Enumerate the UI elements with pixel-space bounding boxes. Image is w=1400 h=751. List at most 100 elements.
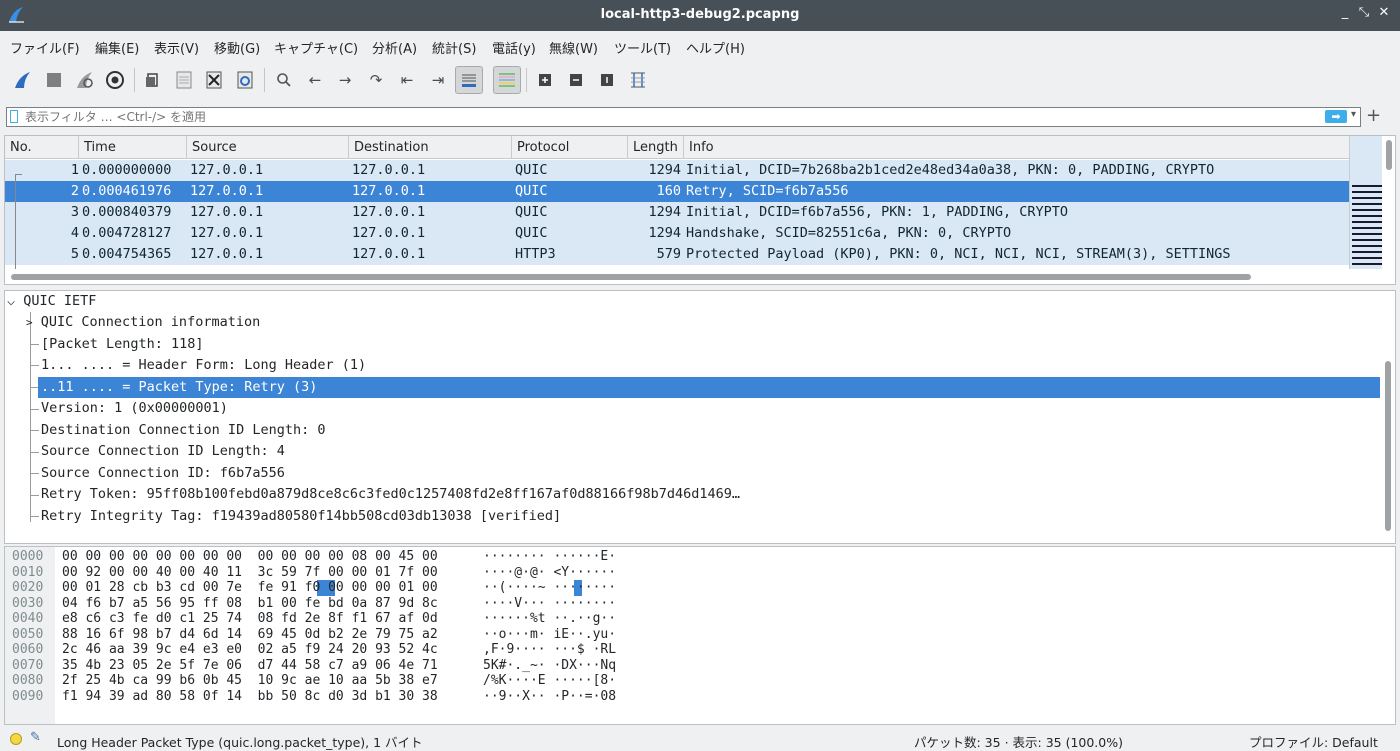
hex-line[interactable]: 2f 25 4b ca 99 b6 0b 45 10 9c ae 10 aa 5… — [62, 673, 438, 689]
tree-item-retry-token[interactable]: Retry Token: 95ff08b100febd0a879d8ce8c6c… — [41, 484, 740, 505]
ascii-line[interactable]: ········ ······E· — [483, 549, 616, 565]
ascii-line[interactable]: /%K····E ·····[8· — [483, 673, 616, 689]
normal-size-icon[interactable] — [593, 66, 621, 94]
hex-line[interactable]: 35 4b 23 05 2e 5f 7e 06 d7 44 58 c7 a9 0… — [62, 658, 438, 674]
restart-icon[interactable] — [71, 66, 99, 94]
menu-file[interactable]: ファイル(F) — [10, 38, 80, 57]
auto-scroll-icon[interactable] — [455, 66, 483, 94]
scrollbar-thumb[interactable] — [1385, 361, 1391, 531]
menu-analyze[interactable]: 分析(A) — [372, 38, 417, 57]
packet-row[interactable]: 5 0.004754365 127.0.0.1 127.0.0.1 HTTP3 … — [5, 244, 1349, 265]
tree-item-scid-length[interactable]: Source Connection ID Length: 4 — [41, 441, 285, 462]
tree-item-label: QUIC IETF — [23, 293, 97, 309]
hex-line[interactable]: 00 92 00 00 40 00 40 11 3c 59 7f 00 00 0… — [62, 565, 438, 581]
ascii-line[interactable]: ··o···m· iE··.yu· — [483, 627, 616, 643]
column-header-length[interactable]: Length — [628, 136, 684, 159]
tree-item-retry-integrity-tag[interactable]: Retry Integrity Tag: f19439ad80580f14bb5… — [41, 506, 561, 527]
ascii-line[interactable]: ··(····~ ········ — [483, 580, 616, 596]
ascii-line[interactable]: ······%t ··.··g·· — [483, 611, 616, 627]
minimize-button[interactable]: _ — [1336, 5, 1354, 25]
capture-comment-icon[interactable]: ✎ — [30, 730, 41, 745]
hex-line[interactable]: 04 f6 b7 a5 56 95 ff 08 b1 00 fe bd 0a 8… — [62, 596, 438, 612]
hex-line[interactable]: 00 01 28 cb b3 cd 00 7e fe 91 f0 00 00 0… — [62, 580, 438, 596]
packet-minimap[interactable] — [1349, 136, 1382, 269]
find-packet-icon[interactable] — [270, 66, 298, 94]
bookmark-icon[interactable] — [10, 110, 18, 123]
status-profile[interactable]: プロファイル: Default — [1249, 732, 1378, 751]
column-header-time[interactable]: Time — [79, 136, 187, 159]
scrollbar-thumb[interactable] — [11, 274, 1251, 280]
ascii-line[interactable]: ····V··· ········ — [483, 596, 616, 612]
column-header-destination[interactable]: Destination — [349, 136, 512, 159]
menu-wireless[interactable]: 無線(W) — [549, 38, 598, 57]
scrollbar-thumb[interactable] — [1386, 140, 1392, 170]
go-last-icon[interactable]: ⇥ — [424, 66, 452, 94]
resize-columns-icon[interactable] — [624, 66, 652, 94]
details-vertical-scrollbar[interactable] — [1381, 291, 1395, 543]
tree-item-packet-length[interactable]: [Packet Length: 118] — [41, 334, 204, 355]
tree-item-packet-type-selected[interactable]: ..11 .... = Packet Type: Retry (3) — [38, 377, 1380, 398]
column-header-source[interactable]: Source — [187, 136, 349, 159]
shark-fin-start-icon[interactable] — [9, 66, 37, 94]
menu-view[interactable]: 表示(V) — [154, 38, 199, 57]
stop-icon[interactable] — [40, 66, 68, 94]
zoom-in-icon[interactable] — [531, 66, 559, 94]
maximize-button[interactable]: ⤡ — [1355, 5, 1373, 25]
column-header-protocol[interactable]: Protocol — [512, 136, 628, 159]
add-filter-button-icon[interactable]: + — [1366, 105, 1381, 126]
cell-info: Initial, DCID=7b268ba2b1ced2e48ed34a0a38… — [686, 162, 1215, 178]
main-toolbar: ← → ↷ ⇤ ⇥ — [0, 59, 1400, 101]
menu-statistics[interactable]: 統計(S) — [432, 38, 476, 57]
menu-bar: ファイル(F) 編集(E) 表示(V) 移動(G) キャプチャ(C) 分析(A)… — [0, 31, 1400, 59]
ascii-line[interactable]: ,F·9···· ···$ ·RL — [483, 642, 616, 658]
tree-item-connection-info[interactable]: > QUIC Connection information — [26, 312, 260, 333]
packet-row[interactable]: 3 0.000840379 127.0.0.1 127.0.0.1 QUIC 1… — [5, 202, 1349, 223]
tree-item-scid[interactable]: Source Connection ID: f6b7a556 — [41, 463, 285, 484]
packet-row[interactable]: 4 0.004728127 127.0.0.1 127.0.0.1 QUIC 1… — [5, 223, 1349, 244]
hex-line[interactable]: e8 c6 c3 fe d0 c1 25 74 08 fd 2e 8f f1 6… — [62, 611, 438, 627]
collapsed-chevron-icon[interactable]: > — [26, 316, 33, 329]
column-header-no[interactable]: No. — [5, 136, 79, 159]
menu-go[interactable]: 移動(G) — [214, 38, 260, 57]
tree-item-version[interactable]: Version: 1 (0x00000001) — [41, 398, 228, 419]
apply-filter-button[interactable]: ➡ — [1325, 110, 1347, 123]
ascii-line[interactable]: 5K#·._~· ·DX···Nq — [483, 658, 616, 674]
hex-line[interactable]: 2c 46 aa 39 9c e4 e3 e0 02 a5 f9 24 20 9… — [62, 642, 438, 658]
menu-help[interactable]: ヘルプ(H) — [686, 38, 745, 57]
go-back-icon[interactable]: ← — [301, 66, 329, 94]
packet-list-vertical-scrollbar[interactable] — [1382, 136, 1395, 269]
go-first-icon[interactable]: ⇤ — [393, 66, 421, 94]
save-file-icon[interactable] — [170, 66, 198, 94]
menu-edit[interactable]: 編集(E) — [95, 38, 139, 57]
tree-item-dcid-length[interactable]: Destination Connection ID Length: 0 — [41, 420, 325, 441]
cell-protocol: QUIC — [515, 225, 548, 241]
tree-item-quic-ietf[interactable]: ⌵ QUIC IETF — [7, 291, 96, 312]
tree-item-header-form[interactable]: 1... .... = Header Form: Long Header (1) — [41, 355, 366, 376]
colorize-icon[interactable] — [493, 66, 521, 94]
packet-row-selected[interactable]: 2 0.000461976 127.0.0.1 127.0.0.1 QUIC 1… — [5, 181, 1349, 202]
expanded-chevron-icon[interactable]: ⌵ — [7, 293, 15, 309]
close-window-button[interactable]: ✕ — [1375, 5, 1393, 25]
ascii-line[interactable]: ····@·@· <Y······ — [483, 565, 616, 581]
menu-tools[interactable]: ツール(T) — [614, 38, 671, 57]
go-to-packet-icon[interactable]: ↷ — [362, 66, 390, 94]
hex-line[interactable]: f1 94 39 ad 80 58 0f 14 bb 50 8c d0 3d b… — [62, 689, 438, 705]
menu-telephony[interactable]: 電話(y) — [492, 38, 536, 57]
go-forward-icon[interactable]: → — [331, 66, 359, 94]
reload-file-icon[interactable] — [231, 66, 259, 94]
close-file-icon[interactable] — [200, 66, 228, 94]
column-header-info[interactable]: Info — [684, 136, 1349, 159]
menu-capture[interactable]: キャプチャ(C) — [274, 38, 358, 57]
filter-history-dropdown-icon[interactable]: ▾ — [1351, 109, 1356, 120]
packet-row[interactable]: 1 0.000000000 127.0.0.1 127.0.0.1 QUIC 1… — [5, 160, 1349, 181]
packet-list-horizontal-scrollbar[interactable] — [5, 270, 1382, 284]
display-filter-input[interactable] — [25, 109, 1315, 125]
hex-line[interactable]: 88 16 6f 98 b7 d4 6d 14 69 45 0d b2 2e 7… — [62, 627, 438, 643]
capture-options-icon[interactable] — [101, 66, 129, 94]
ascii-line[interactable]: ··9··X·· ·P··=·08 — [483, 689, 616, 705]
cell-source: 127.0.0.1 — [190, 225, 264, 241]
expert-info-led-icon[interactable] — [10, 733, 22, 745]
open-file-icon[interactable] — [139, 66, 167, 94]
hex-line[interactable]: 00 00 00 00 00 00 00 00 00 00 00 00 08 0… — [62, 549, 438, 565]
zoom-out-icon[interactable] — [562, 66, 590, 94]
